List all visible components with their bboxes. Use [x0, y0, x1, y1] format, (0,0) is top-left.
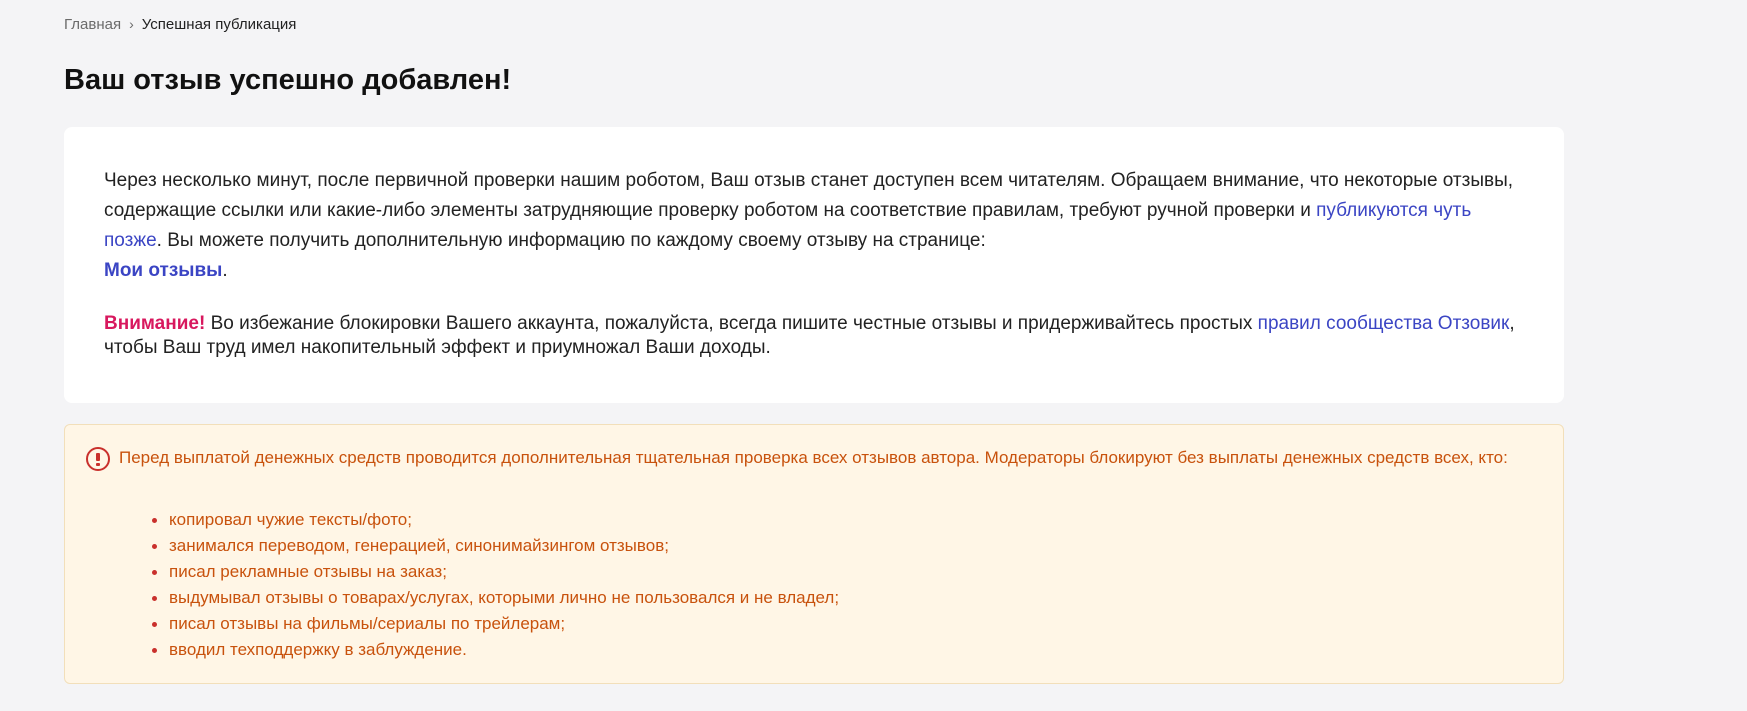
info-text-middle: . Вы можете получить дополнительную инфо… — [156, 230, 986, 251]
warning-list-item: копировал чужие тексты/фото; — [151, 507, 839, 533]
notice-paragraph: Внимание! Во избежание блокировки Вашего… — [104, 312, 1524, 360]
info-paragraph: Через несколько минут, после первичной п… — [104, 166, 1524, 286]
page-title: Ваш отзыв успешно добавлен! — [64, 64, 512, 96]
warning-box: Перед выплатой денежных средств проводит… — [64, 424, 1564, 684]
breadcrumb-current: Успешная публикация — [141, 16, 297, 33]
page: Главная › Успешная публикация Ваш отзыв ус… — [0, 0, 1747, 711]
warning-list-item: писал отзывы на фильмы/сериалы по трейле… — [151, 611, 839, 637]
warning-list-item: вводил техподдержку в заблуждение. — [151, 637, 839, 663]
info-card: Через несколько минут, после первичной п… — [64, 127, 1564, 403]
warning-intro: Перед выплатой денежных средств проводит… — [119, 448, 1508, 467]
community-rules-link[interactable]: правил сообщества Отзовик — [1258, 313, 1510, 334]
breadcrumb-home-link[interactable]: Главная — [64, 16, 121, 33]
notice-text-start: Во избежание блокировки Вашего аккаунта,… — [205, 313, 1258, 334]
warning-list-item: выдумывал отзывы о товарах/услугах, кото… — [151, 585, 839, 611]
warning-list: копировал чужие тексты/фото; занимался п… — [151, 507, 839, 663]
warning-list-item: занимался переводом, генерацией, синоним… — [151, 533, 839, 559]
breadcrumb-separator: › — [129, 16, 134, 32]
my-reviews-link[interactable]: Мои отзывы — [104, 260, 222, 281]
exclamation-circle-icon — [86, 447, 110, 471]
breadcrumb: Главная › Успешная публикация — [64, 14, 296, 35]
info-text-start: Через несколько минут, после первичной п… — [104, 170, 1514, 221]
info-text-end: . — [222, 260, 228, 281]
attention-label: Внимание! — [104, 313, 206, 334]
warning-list-item: писал рекламные отзывы на заказ; — [151, 559, 839, 585]
